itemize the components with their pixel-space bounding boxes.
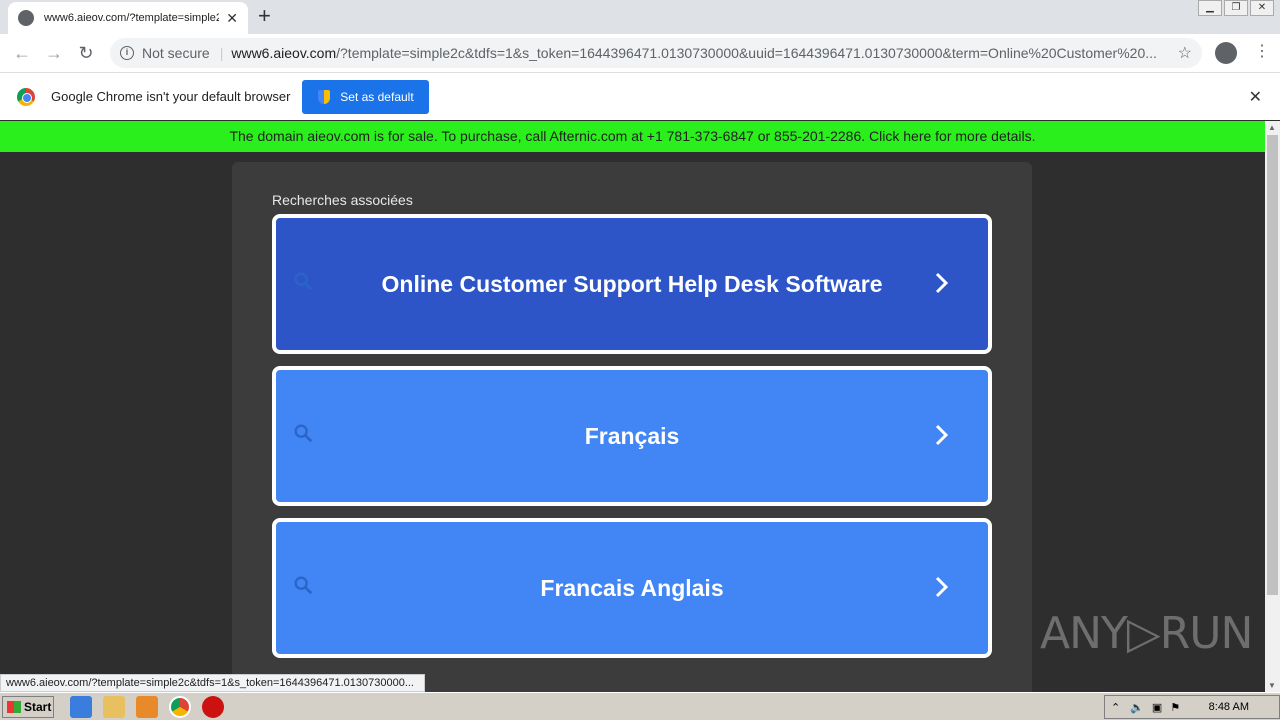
search-link-label: Online Customer Support Help Desk Softwa…	[381, 270, 883, 297]
domain-sale-banner[interactable]: The domain aieov.com is for sale. To pur…	[0, 121, 1265, 152]
chrome-taskbar-icon[interactable]	[169, 695, 191, 718]
bookmark-star-icon[interactable]: ☆	[1178, 43, 1192, 63]
anyrun-watermark-logo: ANY▷RUN	[1040, 608, 1253, 659]
windows-taskbar: Start ⌃ 🔈 ▣ ⚑ 8:48 AM	[0, 692, 1280, 720]
folder-icon[interactable]	[103, 695, 125, 718]
tab-strip: www6.aieov.com/?template=simple2 ✕ + ▁ ❐…	[0, 0, 1280, 34]
info-icon[interactable]: i	[120, 46, 134, 60]
tab-title: www6.aieov.com/?template=simple2	[44, 12, 219, 24]
windows-logo-icon	[7, 700, 21, 713]
stop-icon[interactable]	[202, 695, 224, 718]
minimize-button[interactable]: ▁	[1198, 0, 1222, 16]
scroll-thumb[interactable]	[1267, 135, 1278, 595]
set-as-default-label: Set as default	[340, 89, 414, 104]
restore-button[interactable]: ❐	[1224, 0, 1248, 16]
address-bar[interactable]: i Not secure | www6.aieov.com/?template=…	[110, 38, 1202, 68]
window-controls: ▁ ❐ ✕	[1196, 0, 1274, 16]
related-searches-panel: Recherches associées Online Customer Sup…	[232, 162, 1032, 702]
search-link-card[interactable]: Français	[272, 366, 992, 506]
forward-icon[interactable]: →	[38, 43, 70, 64]
search-icon	[294, 424, 313, 443]
internet-explorer-icon[interactable]	[70, 695, 92, 718]
url-path: /?template=simple2c&tdfs=1&s_token=16443…	[336, 45, 1157, 61]
browser-tab[interactable]: www6.aieov.com/?template=simple2 ✕	[8, 2, 248, 34]
flag-icon[interactable]: ⚑	[1170, 701, 1180, 714]
scroll-up-icon[interactable]: ▲	[1268, 123, 1276, 132]
url-host: www6.aieov.com	[231, 45, 337, 61]
tray-expand-icon[interactable]: ⌃	[1111, 701, 1120, 714]
start-label: Start	[24, 699, 52, 714]
search-link-card[interactable]: Francais Anglais	[272, 518, 992, 658]
divider: |	[219, 45, 224, 61]
not-secure-label: Not secure	[142, 45, 210, 61]
page-scrollbar[interactable]: ▲ ▼	[1265, 121, 1280, 692]
media-player-icon[interactable]	[136, 695, 158, 718]
search-link-label: Francais Anglais	[540, 574, 724, 601]
back-icon[interactable]: ←	[6, 43, 38, 64]
status-bar-url: www6.aieov.com/?template=simple2c&tdfs=1…	[0, 674, 425, 692]
infobar-close-icon[interactable]: ✕	[1249, 87, 1262, 107]
search-link-card[interactable]: Online Customer Support Help Desk Softwa…	[272, 214, 992, 354]
set-as-default-button[interactable]: Set as default	[302, 79, 430, 114]
infobar-message: Google Chrome isn't your default browser	[51, 89, 291, 104]
start-button[interactable]: Start	[2, 695, 54, 718]
tab-close-icon[interactable]: ✕	[226, 10, 238, 27]
search-link-label: Français	[584, 422, 680, 449]
reload-icon[interactable]: ↻	[70, 43, 102, 64]
chevron-right-icon	[935, 576, 949, 598]
chrome-logo-icon	[17, 87, 35, 106]
system-tray: ⌃ 🔈 ▣ ⚑ 8:48 AM	[1104, 695, 1280, 719]
url-text[interactable]: www6.aieov.com/?template=simple2c&tdfs=1…	[231, 45, 1181, 61]
network-icon[interactable]: ▣	[1152, 701, 1162, 714]
chevron-right-icon	[935, 272, 949, 294]
kebab-menu-icon[interactable]: ⋮	[1254, 41, 1270, 61]
related-searches-heading: Recherches associées	[272, 192, 413, 208]
account-icon[interactable]	[1215, 42, 1237, 64]
browser-toolbar: ← → ↻ i Not secure | www6.aieov.com/?tem…	[0, 34, 1280, 72]
close-window-button[interactable]: ✕	[1250, 0, 1274, 16]
new-tab-button[interactable]: +	[258, 5, 271, 27]
scroll-down-icon[interactable]: ▼	[1268, 681, 1276, 690]
search-icon	[294, 576, 313, 595]
globe-icon	[18, 10, 34, 26]
search-icon	[294, 272, 313, 291]
shield-icon	[318, 89, 331, 104]
volume-icon[interactable]: 🔈	[1130, 701, 1144, 714]
default-browser-infobar: Google Chrome isn't your default browser…	[0, 72, 1280, 120]
chevron-right-icon	[935, 424, 949, 446]
clock: 8:48 AM	[1208, 701, 1249, 713]
